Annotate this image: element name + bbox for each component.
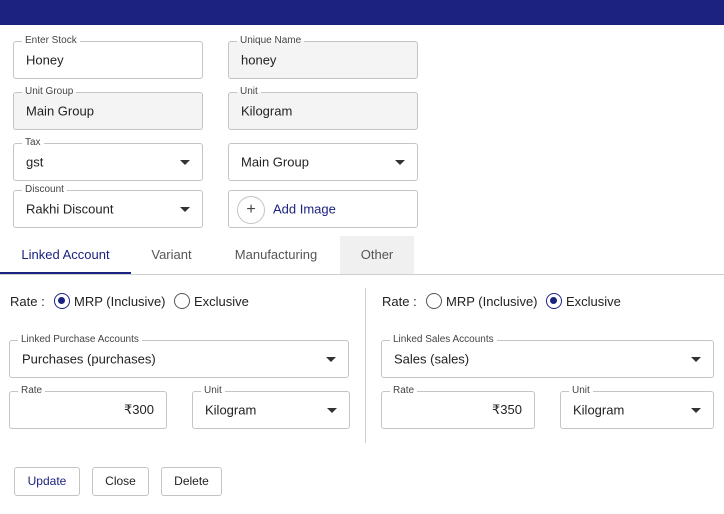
add-image-button[interactable]: + Add Image (228, 190, 418, 228)
section-divider (365, 288, 366, 443)
discount-label: Discount (22, 184, 67, 196)
unique-name-value: honey (241, 52, 277, 68)
unit-value: Kilogram (241, 103, 293, 119)
purchase-unit-label: Unit (201, 385, 225, 397)
linked-sales-accounts-select[interactable]: Linked Sales Accounts Sales (sales) (381, 334, 714, 378)
chevron-down-icon (326, 357, 336, 362)
chevron-down-icon (327, 408, 337, 413)
chevron-down-icon (180, 160, 190, 165)
update-button[interactable]: Update (14, 467, 80, 496)
tab-manufacturing[interactable]: Manufacturing (212, 236, 340, 274)
chevron-down-icon (395, 160, 405, 165)
purchase-exclusive-label: Exclusive (194, 294, 249, 309)
tab-linked-account[interactable]: Linked Account (0, 236, 131, 274)
tab-variant[interactable]: Variant (131, 236, 212, 274)
linked-sales-accounts-value: Sales (sales) (394, 351, 470, 367)
linked-purchase-accounts-value: Purchases (purchases) (22, 351, 156, 367)
purchase-rate-type-label: Rate : (10, 294, 45, 309)
purchase-rate-value: ₹300 (124, 402, 154, 417)
stock-name-field[interactable]: Enter Stock Honey (13, 35, 203, 79)
group-value: Main Group (241, 154, 309, 170)
purchase-rate-field[interactable]: Rate ₹300 (9, 385, 167, 429)
tax-value: gst (26, 154, 44, 170)
purchase-unit-value: Kilogram (205, 402, 257, 418)
purchase-rate-type: Rate : MRP (Inclusive) Exclusive (10, 292, 350, 312)
tab-bar: Linked Account Variant Manufacturing Oth… (0, 236, 724, 275)
sales-unit-select[interactable]: Unit Kilogram (560, 385, 714, 429)
delete-button[interactable]: Delete (161, 467, 222, 496)
chevron-down-icon (180, 207, 190, 212)
purchase-mrp-inclusive-radio[interactable] (54, 293, 70, 309)
add-image-label: Add Image (273, 201, 336, 217)
chevron-down-icon (691, 357, 701, 362)
purchase-mrp-inclusive-label: MRP (Inclusive) (74, 294, 166, 309)
plus-icon: + (237, 196, 265, 224)
sales-rate-field[interactable]: Rate ₹350 (381, 385, 535, 429)
sales-rate-label: Rate (390, 385, 418, 397)
unit-field: Unit Kilogram (228, 86, 418, 130)
unit-group-field: Unit Group Main Group (13, 86, 203, 130)
tab-other[interactable]: Other (340, 236, 414, 274)
discount-select[interactable]: Discount Rakhi Discount (13, 184, 203, 228)
purchase-unit-select[interactable]: Unit Kilogram (192, 385, 350, 429)
group-select[interactable]: Main Group (228, 143, 418, 181)
tax-select[interactable]: Tax gst (13, 137, 203, 181)
unique-name-label: Unique Name (237, 35, 305, 47)
close-button[interactable]: Close (92, 467, 149, 496)
sales-rate-value: ₹350 (492, 402, 522, 417)
stock-name-label: Enter Stock (22, 35, 80, 47)
top-app-bar (0, 0, 724, 25)
sales-rate-type: Rate : MRP (Inclusive) Exclusive (382, 292, 722, 312)
purchase-exclusive-radio[interactable] (174, 293, 190, 309)
unit-label: Unit (237, 86, 261, 98)
discount-value: Rakhi Discount (26, 201, 114, 217)
sales-exclusive-radio[interactable] (546, 293, 562, 309)
stock-name-value: Honey (26, 52, 64, 68)
linked-purchase-accounts-label: Linked Purchase Accounts (18, 334, 142, 346)
chevron-down-icon (691, 408, 701, 413)
purchase-rate-label: Rate (18, 385, 46, 397)
sales-unit-label: Unit (569, 385, 593, 397)
sales-exclusive-label: Exclusive (566, 294, 621, 309)
linked-purchase-accounts-select[interactable]: Linked Purchase Accounts Purchases (purc… (9, 334, 349, 378)
unique-name-field: Unique Name honey (228, 35, 418, 79)
sales-rate-type-label: Rate : (382, 294, 417, 309)
sales-mrp-inclusive-radio[interactable] (426, 293, 442, 309)
sales-mrp-inclusive-label: MRP (Inclusive) (446, 294, 538, 309)
sales-unit-value: Kilogram (573, 402, 625, 418)
tax-label: Tax (22, 137, 44, 149)
unit-group-label: Unit Group (22, 86, 77, 98)
unit-group-value: Main Group (26, 103, 94, 119)
linked-sales-accounts-label: Linked Sales Accounts (390, 334, 497, 346)
